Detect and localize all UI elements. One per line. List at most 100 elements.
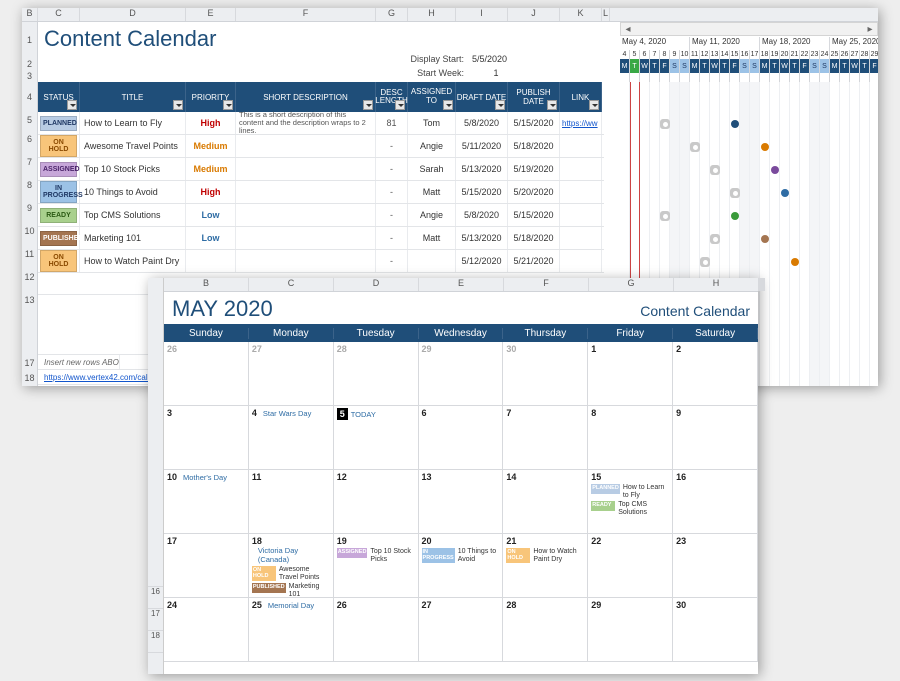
- hdr-link[interactable]: LINK: [560, 82, 602, 112]
- day-number: 24: [167, 600, 177, 610]
- table-row[interactable]: IN PROGRESS10 Things to AvoidHigh-Matt5/…: [38, 181, 604, 204]
- calendar-cell[interactable]: 22: [588, 534, 673, 598]
- day-number: 21: [506, 536, 516, 546]
- cell-priority: Low: [186, 204, 236, 226]
- filter-icon[interactable]: [223, 100, 233, 110]
- display-start-value[interactable]: 5/5/2020: [468, 54, 524, 64]
- gantt-column-headers: BCDEFGHIJKL: [22, 8, 878, 22]
- calendar-cell[interactable]: 2: [673, 342, 758, 406]
- calendar-cell[interactable]: 13: [419, 470, 504, 534]
- day-number: 6: [422, 408, 427, 418]
- cell-assigned: Sarah: [408, 158, 456, 180]
- event-title: Awesome Travel Points: [279, 566, 330, 581]
- cell-publish: 5/18/2020: [508, 227, 560, 249]
- calendar-cell[interactable]: 15PLANNEDHow to Learn to FlyREADYTop CMS…: [588, 470, 673, 534]
- timeline-scroll[interactable]: ◂ ▸: [620, 22, 878, 36]
- calendar-cell[interactable]: 27: [419, 598, 504, 662]
- calendar-cell[interactable]: 3: [164, 406, 249, 470]
- filter-icon[interactable]: [395, 100, 405, 110]
- calendar-cell[interactable]: 23: [673, 534, 758, 598]
- calendar-cell[interactable]: 30: [673, 598, 758, 662]
- cell-link[interactable]: https://ww: [560, 112, 602, 134]
- table-row[interactable]: READYTop CMS SolutionsLow-Angie5/8/20205…: [38, 204, 604, 227]
- calendar-cell[interactable]: 29: [419, 342, 504, 406]
- calendar-cell[interactable]: 6: [419, 406, 504, 470]
- scroll-left-icon[interactable]: ◂: [621, 24, 635, 35]
- calendar-cell[interactable]: 8: [588, 406, 673, 470]
- calendar-cell[interactable]: 29: [588, 598, 673, 662]
- dayname: Tuesday: [334, 328, 419, 339]
- holiday-label: Mother's Day: [183, 473, 227, 482]
- cell-priority: Medium: [186, 158, 236, 180]
- event-title: Top 10 Stock Picks: [370, 548, 414, 563]
- calendar-cell[interactable]: 28: [334, 342, 419, 406]
- calendar-cell[interactable]: 19ASSIGNEDTop 10 Stock Picks: [334, 534, 419, 598]
- filter-icon[interactable]: [67, 100, 77, 110]
- table-row[interactable]: ON HOLDAwesome Travel PointsMedium-Angie…: [38, 135, 604, 158]
- today-badge: 5: [337, 408, 348, 420]
- calendar-cell[interactable]: 21 ON HOLDHow to Watch Paint Dry: [503, 534, 588, 598]
- calendar-cell[interactable]: 26: [164, 342, 249, 406]
- scroll-right-icon[interactable]: ▸: [863, 24, 877, 35]
- filter-icon[interactable]: [547, 100, 557, 110]
- calendar-event: ASSIGNEDTop 10 Stock Picks: [337, 548, 415, 563]
- hdr-desc-len[interactable]: DESC LENGTH: [376, 82, 408, 112]
- filter-icon[interactable]: [589, 100, 599, 110]
- hdr-status[interactable]: STATUS: [38, 82, 80, 112]
- calendar-cell[interactable]: 27: [249, 342, 334, 406]
- filter-icon[interactable]: [443, 100, 453, 110]
- calendar-cell[interactable]: 17: [164, 534, 249, 598]
- day-number: 27: [252, 344, 262, 354]
- calendar-cell[interactable]: 28: [503, 598, 588, 662]
- calendar-cell[interactable]: 1: [588, 342, 673, 406]
- hdr-priority[interactable]: PRIORITY: [186, 82, 236, 112]
- cell-desc: [236, 250, 376, 272]
- day-number: 11: [252, 472, 262, 482]
- calendar-cell[interactable]: 16: [673, 470, 758, 534]
- cell-priority: [186, 250, 236, 272]
- hdr-draft[interactable]: DRAFT DATE: [456, 82, 508, 112]
- calendar-cell[interactable]: 30: [503, 342, 588, 406]
- event-status-tag: PUBLISHED: [252, 583, 286, 593]
- start-week-value[interactable]: 1: [468, 68, 524, 78]
- calendar-cell[interactable]: 18Victoria Day (Canada)ON HOLDAwesome Tr…: [249, 534, 334, 598]
- table-row[interactable]: PUBLISHEDMarketing 101Low-Matt5/13/20205…: [38, 227, 604, 250]
- calendar-cell[interactable]: 9: [673, 406, 758, 470]
- event-title: How to Learn to Fly: [623, 484, 669, 499]
- event-title: Marketing 101: [289, 583, 330, 598]
- day-number: 10: [167, 472, 177, 482]
- filter-icon[interactable]: [173, 100, 183, 110]
- calendar-cell[interactable]: 4Star Wars Day: [249, 406, 334, 470]
- hdr-assigned[interactable]: ASSIGNED TO: [408, 82, 456, 112]
- calendar-cell[interactable]: 20IN PROGRESS10 Things to Avoid: [419, 534, 504, 598]
- week-headers: May 4, 2020May 11, 2020May 18, 2020May 2…: [620, 37, 878, 51]
- calendar-cell[interactable]: 5TODAY: [334, 406, 419, 470]
- calendar-cell[interactable]: 14: [503, 470, 588, 534]
- day-number: 9: [676, 408, 681, 418]
- cell-title: Awesome Travel Points: [80, 135, 186, 157]
- event-title: 10 Things to Avoid: [458, 548, 500, 563]
- table-row[interactable]: PLANNEDHow to Learn to FlyHighThis is a …: [38, 112, 604, 135]
- day-number: 14: [506, 472, 516, 482]
- cell-draft: 5/8/2020: [456, 204, 508, 226]
- hdr-title[interactable]: TITLE: [80, 82, 186, 112]
- calendar-cell[interactable]: 25Memorial Day: [249, 598, 334, 662]
- filter-icon[interactable]: [495, 100, 505, 110]
- calendar-event: ON HOLDHow to Watch Paint Dry: [506, 548, 584, 563]
- table-row[interactable]: ASSIGNEDTop 10 Stock PicksMedium-Sarah5/…: [38, 158, 604, 181]
- calendar-cell[interactable]: 11: [249, 470, 334, 534]
- calendar-cell[interactable]: 12: [334, 470, 419, 534]
- calendar-cell[interactable]: 24: [164, 598, 249, 662]
- day-headers: 4M5T6W7T8F9S10S11M12T13W14T15F16S17S18M1…: [620, 50, 878, 82]
- hdr-publish[interactable]: PUBLISH DATE: [508, 82, 560, 112]
- cell-assigned: Angie: [408, 204, 456, 226]
- calendar-cell[interactable]: 7: [503, 406, 588, 470]
- table-row[interactable]: ON HOLDHow to Watch Paint Dry-5/12/20205…: [38, 250, 604, 273]
- calendar-cell[interactable]: 10 Mother's Day: [164, 470, 249, 534]
- calendar-month: MAY 2020: [172, 296, 273, 322]
- calendar-cell[interactable]: 26: [334, 598, 419, 662]
- day-number: 23: [676, 536, 686, 546]
- filter-icon[interactable]: [363, 100, 373, 110]
- hdr-short-desc[interactable]: SHORT DESCRIPTION: [236, 82, 376, 112]
- cell-publish: 5/15/2020: [508, 204, 560, 226]
